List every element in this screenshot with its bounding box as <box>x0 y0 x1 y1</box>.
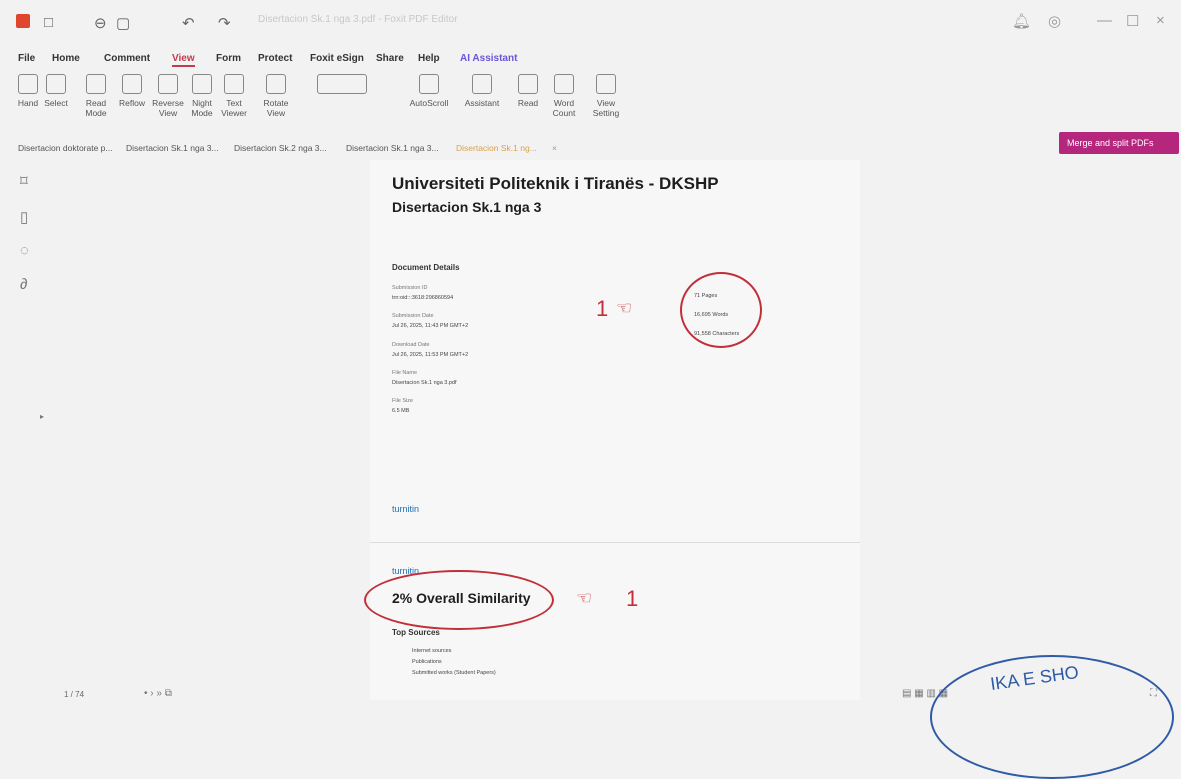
read-mode-button[interactable]: Read Mode <box>76 74 116 118</box>
tab-close-icon[interactable]: × <box>552 143 557 153</box>
app-logo-icon <box>16 14 30 28</box>
menu-bar: File Home Comment View Form Protect Foxi… <box>0 50 700 68</box>
pointing-hand-icon-2: ☜ <box>576 588 593 608</box>
detail-value-2: Jul 26, 2025, 11:53 PM GMT+2 <box>392 352 469 358</box>
menu-file[interactable]: File <box>18 53 35 64</box>
detail-value-1: Jul 26, 2025, 11:43 PM GMT+2 <box>392 323 469 329</box>
view-setting-button[interactable]: View Setting <box>584 74 628 118</box>
top-sources-heading: Top Sources <box>392 628 440 637</box>
close-icon[interactable]: × <box>1156 12 1165 29</box>
red-circle-annotation <box>680 272 762 348</box>
page-layout-icon <box>317 74 367 94</box>
menu-form[interactable]: Form <box>216 53 241 64</box>
text-viewer-icon <box>224 74 244 94</box>
page-nav-icons[interactable]: • › » ⧉ <box>144 688 172 699</box>
bell-icon[interactable]: 🔔︎ <box>1012 12 1031 30</box>
document-subtitle: Disertacion Sk.1 nga 3 <box>392 199 542 215</box>
source-internet: Internet sources <box>412 648 452 654</box>
attachment-icon[interactable]: ∂ <box>20 276 27 293</box>
bookmark-icon[interactable]: ⌑ <box>20 172 28 190</box>
maximize-icon[interactable]: ☐ <box>1126 12 1139 30</box>
word-count-icon <box>554 74 574 94</box>
night-mode-icon <box>192 74 212 94</box>
tab-disertacion-sk1-b[interactable]: Disertacion Sk.1 nga 3... <box>346 143 439 153</box>
detail-value-4: 6.5 MB <box>392 408 410 414</box>
document-title: Universiteti Politeknik i Tiranës - DKSH… <box>392 174 719 193</box>
text-viewer-button[interactable]: Text Viewer <box>214 74 254 118</box>
reverse-view-icon <box>158 74 178 94</box>
tab-disertacion-sk1-active[interactable]: Disertacion Sk.1 ng... <box>456 143 537 153</box>
handwritten-mark-1: 1 <box>596 296 609 321</box>
red-circle-similarity <box>364 570 554 630</box>
reflow-icon <box>122 74 142 94</box>
read-aloud-icon <box>518 74 538 94</box>
select-icon <box>46 74 66 94</box>
source-publications: Publications <box>412 659 442 665</box>
menu-ai-assistant[interactable]: AI Assistant <box>460 53 517 64</box>
menu-view[interactable]: View <box>172 53 195 67</box>
read-mode-icon <box>86 74 106 94</box>
pointing-hand-icon: ☜ <box>616 298 633 318</box>
assistant-button[interactable]: Assistant <box>460 74 504 108</box>
reflow-button[interactable]: Reflow <box>112 74 152 108</box>
detail-label-4: File Size <box>392 398 414 404</box>
undo-icon[interactable]: ↶ <box>182 14 195 32</box>
menu-home[interactable]: Home <box>52 53 80 64</box>
ribbon-toolbar: Hand Select Read Mode Reflow Reverse Vie… <box>0 74 700 134</box>
detail-value-3: Disertacion Sk.1 nga 3.pdf <box>392 380 457 386</box>
document-tabs: Disertacion doktorate p... Disertacion S… <box>0 138 1181 160</box>
expand-panel-icon[interactable]: ▸ <box>40 412 44 421</box>
rotate-view-button[interactable]: Rotate View <box>256 74 296 118</box>
tab-disertacion-doktorate[interactable]: Disertacion doktorate p... <box>18 143 113 153</box>
menu-foxit-esign[interactable]: Foxit eSign <box>310 53 364 64</box>
tab-disertacion-sk1-a[interactable]: Disertacion Sk.1 nga 3... <box>126 143 219 153</box>
word-count-button[interactable]: Word Count <box>544 74 584 118</box>
print-icon[interactable]: ⊖ <box>94 14 107 32</box>
detail-label-1: Submission Date <box>392 313 434 319</box>
detail-label-0: Submission ID <box>392 285 428 291</box>
page-layout-buttons[interactable] <box>312 74 372 94</box>
menu-help[interactable]: Help <box>418 53 440 64</box>
menu-protect[interactable]: Protect <box>258 53 292 64</box>
hand-icon <box>18 74 38 94</box>
pages-icon[interactable]: ▯ <box>20 208 28 226</box>
redo-icon[interactable]: ↷ <box>218 14 231 32</box>
menu-comment[interactable]: Comment <box>104 53 150 64</box>
assistant-icon <box>472 74 492 94</box>
page-indicator[interactable]: 1 / 74 <box>64 690 84 699</box>
window-title: Disertacion Sk.1 nga 3.pdf - Foxit PDF E… <box>258 14 458 25</box>
detail-value-0: trn:oid:::3618:296860594 <box>392 295 454 301</box>
save-icon[interactable]: ▢ <box>116 14 130 32</box>
menu-share[interactable]: Share <box>376 53 404 64</box>
open-file-icon[interactable]: □ <box>44 14 53 31</box>
document-details-heading: Document Details <box>392 263 460 272</box>
tab-disertacion-sk2[interactable]: Disertacion Sk.2 nga 3... <box>234 143 327 153</box>
account-icon[interactable]: ◎ <box>1048 12 1061 30</box>
title-bar: □ ⊖ ▢ ↶ ↷ Disertacion Sk.1 nga 3.pdf - F… <box>0 0 1181 48</box>
select-button[interactable]: Select <box>36 74 76 108</box>
turnitin-logo: turnitin <box>392 504 420 514</box>
view-setting-icon <box>596 74 616 94</box>
autoscroll-button[interactable]: AutoScroll <box>406 74 452 108</box>
minimize-icon[interactable]: — <box>1097 12 1112 29</box>
merge-and-split-button[interactable]: Merge and split PDFs <box>1059 132 1179 154</box>
comments-icon[interactable]: ◌ <box>20 242 29 259</box>
detail-label-3: File Name <box>392 370 418 376</box>
autoscroll-icon <box>419 74 439 94</box>
source-student-papers: Submitted works (Student Papers) <box>412 670 496 676</box>
detail-label-2: Download Date <box>392 342 430 348</box>
page-separator <box>370 542 860 543</box>
read-aloud-button[interactable]: Read <box>508 74 548 108</box>
handwritten-mark-2: 1 <box>626 586 639 611</box>
rotate-view-icon <box>266 74 286 94</box>
